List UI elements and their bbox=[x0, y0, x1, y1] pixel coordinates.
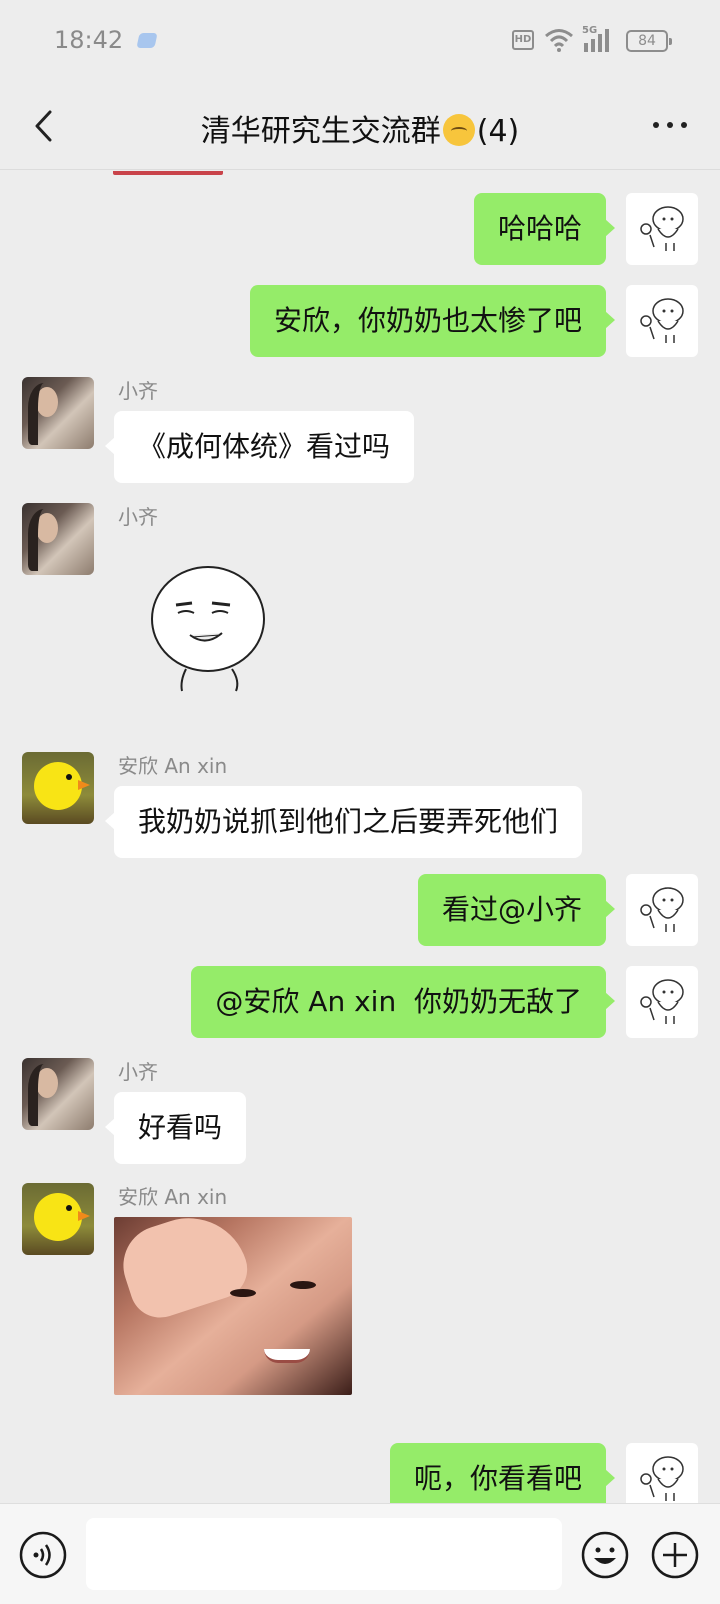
wifi-icon bbox=[545, 29, 573, 52]
smirking-face-sticker[interactable] bbox=[150, 563, 280, 693]
photo-eye bbox=[230, 1289, 256, 1297]
input-bar bbox=[0, 1503, 720, 1604]
avatar[interactable] bbox=[22, 1183, 94, 1255]
status-bar: 18:42 HD 5G 84 bbox=[0, 0, 720, 84]
status-time: 18:42 bbox=[54, 26, 124, 54]
chick-eye bbox=[66, 774, 72, 780]
previous-image-edge bbox=[113, 171, 223, 175]
message-bubble[interactable]: 好看吗 bbox=[104, 1092, 247, 1164]
message-bubble[interactable]: 我奶奶说抓到他们之后要弄死他们 bbox=[104, 786, 583, 858]
photo-hand bbox=[114, 1217, 255, 1326]
avatar[interactable] bbox=[22, 752, 94, 824]
more-dots-icon[interactable] bbox=[648, 110, 692, 140]
sender-name: 安欣 An xin bbox=[118, 1185, 228, 1209]
group-name: 清华研究生交流群 bbox=[200, 114, 441, 149]
chat-title: 清华研究生交流群 (4) bbox=[0, 106, 720, 150]
avatar[interactable] bbox=[626, 966, 698, 1038]
message-bubble[interactable]: 呃，你看看吧 bbox=[389, 1443, 616, 1503]
message-bubble[interactable]: 哈哈哈 bbox=[473, 193, 616, 265]
upside-down-face-emoji-icon bbox=[442, 114, 475, 146]
puppy-avatar-icon bbox=[640, 206, 684, 251]
chick-eye bbox=[66, 1205, 72, 1211]
message-bubble[interactable]: 看过@小齐 bbox=[417, 874, 616, 946]
avatar[interactable] bbox=[22, 1058, 94, 1130]
puppy-avatar-icon bbox=[640, 1456, 684, 1501]
man-hand-on-forehead-photo[interactable] bbox=[114, 1217, 352, 1395]
avatar[interactable] bbox=[626, 193, 698, 265]
puppy-avatar-icon bbox=[640, 979, 684, 1024]
hd-badge: HD bbox=[512, 30, 534, 50]
battery-indicator: 84 bbox=[626, 30, 672, 52]
voice-icon[interactable] bbox=[18, 1530, 68, 1580]
plus-icon[interactable] bbox=[650, 1530, 700, 1580]
sender-name: 安欣 An xin bbox=[118, 754, 228, 778]
avatar[interactable] bbox=[22, 503, 94, 575]
avatar[interactable] bbox=[626, 285, 698, 357]
sender-name: 小齐 bbox=[118, 505, 158, 529]
message-bubble[interactable]: 安欣，你奶奶也太惨了吧 bbox=[249, 285, 616, 357]
message-list[interactable]: 哈哈哈 安欣，你奶奶也太惨了吧 小齐 《成何体统》看过吗 小齐 安欣 An xi… bbox=[0, 171, 720, 1503]
avatar[interactable] bbox=[626, 874, 698, 946]
avatar[interactable] bbox=[22, 377, 94, 449]
message-input[interactable] bbox=[86, 1518, 562, 1590]
message-bubble[interactable]: @安欣 An xin 你奶奶无敌了 bbox=[191, 966, 615, 1038]
emoji-icon[interactable] bbox=[580, 1530, 630, 1580]
sender-name: 小齐 bbox=[118, 379, 158, 403]
chat-header: 清华研究生交流群 (4) bbox=[0, 84, 720, 170]
member-count: (4) bbox=[476, 114, 520, 149]
sender-name: 小齐 bbox=[118, 1060, 158, 1084]
photo-eye bbox=[290, 1281, 316, 1289]
photo-mouth bbox=[264, 1349, 310, 1363]
avatar[interactable] bbox=[626, 1443, 698, 1503]
signal-bars-icon bbox=[584, 29, 609, 52]
cloud-notification-icon bbox=[136, 33, 158, 48]
message-bubble[interactable]: 《成何体统》看过吗 bbox=[104, 411, 415, 483]
puppy-avatar-icon bbox=[640, 298, 684, 343]
puppy-avatar-icon bbox=[640, 887, 684, 932]
